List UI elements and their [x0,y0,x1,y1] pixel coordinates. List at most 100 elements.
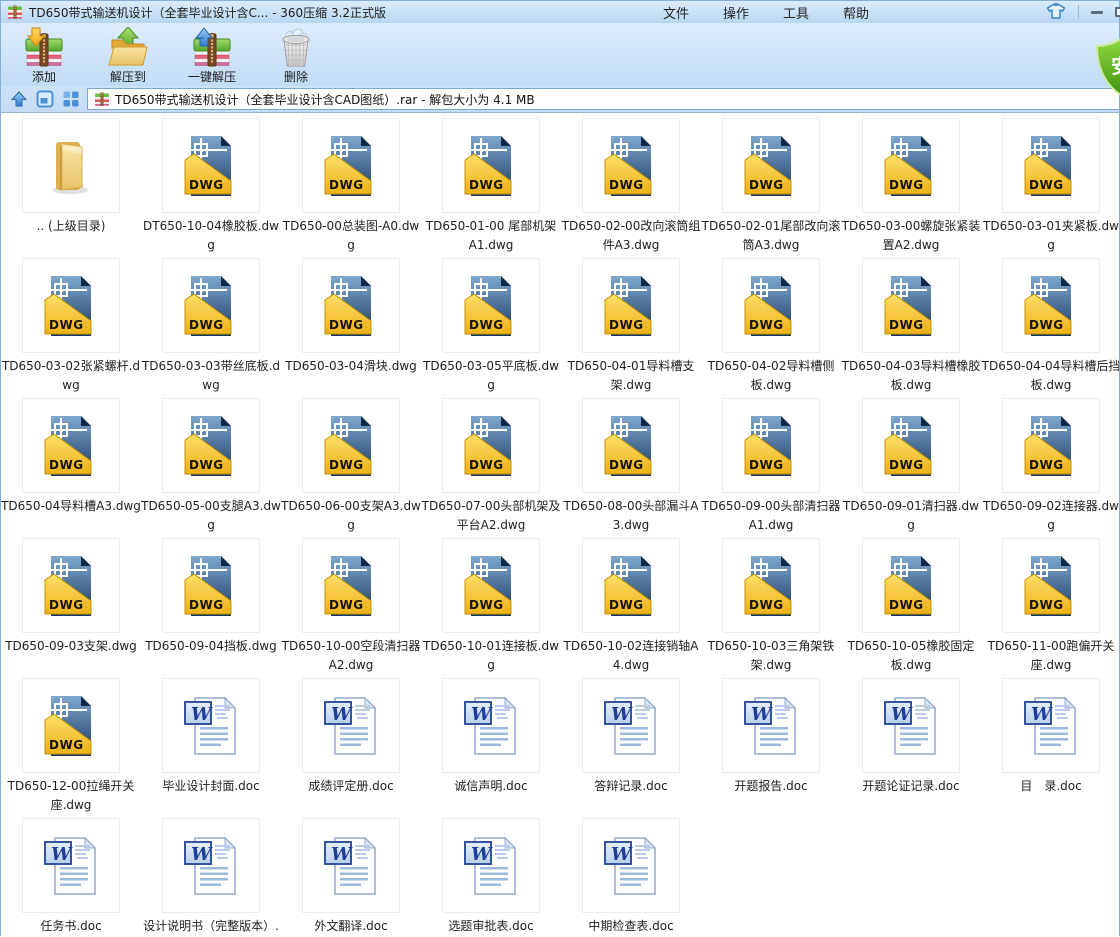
file-tile[interactable]: DT650-10-04橡胶板.dwg [141,118,281,258]
file-tile[interactable]: TD650-10-02连接销轴A4.dwg [561,538,701,678]
file-tile[interactable]: TD650-01-00 尾部机架 A1.dwg [421,118,561,258]
file-name-label: TD650-10-03三角架铁架.dwg [707,639,835,672]
file-icon-box [1002,118,1100,213]
file-tile[interactable]: TD650-04-01导料槽支架.dwg [561,258,701,398]
file-icon-box [442,538,540,633]
file-tile[interactable]: TD650-03-04滑块.dwg [281,258,421,398]
grid-view-button[interactable] [61,89,81,109]
file-tile[interactable]: 开题报告.doc [701,678,841,818]
file-icon-box [582,538,680,633]
file-tile[interactable]: 答辩记录.doc [561,678,701,818]
dwg-file-icon [39,694,103,758]
file-tile[interactable]: TD650-10-01连接板.dwg [421,538,561,678]
file-tile[interactable]: 成绩评定册.doc [281,678,421,818]
file-tile[interactable]: TD650-10-00空段清扫器A2.dwg [281,538,421,678]
one-click-extract-button[interactable]: 一键解压 [179,27,245,85]
extract-to-button[interactable]: 解压到 [95,27,161,85]
file-tile[interactable]: TD650-03-02张紧螺杆.dwg [1,258,141,398]
dwg-file-icon [739,134,803,198]
file-tile[interactable]: 开题论证记录.doc [841,678,981,818]
file-icon-box [582,678,680,773]
menu-tools[interactable]: 工具 [783,3,809,22]
dwg-file-icon [1019,414,1083,478]
dwg-file-icon [319,554,383,618]
file-tile[interactable]: TD650-09-03支架.dwg [1,538,141,678]
file-tile[interactable]: TD650-02-01尾部改向滚筒A3.dwg [701,118,841,258]
file-tile[interactable]: 诚信声明.doc [421,678,561,818]
file-tile[interactable]: TD650-09-04挡板.dwg [141,538,281,678]
menu-help[interactable]: 帮助 [843,3,869,22]
menu-file[interactable]: 文件 [663,3,689,22]
file-icon-box [722,118,820,213]
file-tile[interactable]: TD650-05-00支腿A3.dwg [141,398,281,538]
dwg-file-icon [599,414,663,478]
toolbar: 添加 解压到 一键解压 删除 [1,23,1119,86]
skin-tshirt-icon[interactable] [1046,2,1066,22]
file-tile[interactable]: TD650-00总装图-A0.dwg [281,118,421,258]
delete-button[interactable]: 删除 [263,27,329,85]
file-name-label: TD650-09-03支架.dwg [5,639,137,653]
file-name-label: TD650-07-00头部机架及平台A2.dwg [421,499,561,532]
file-tile[interactable]: TD650-09-01清扫器.dwg [841,398,981,538]
minimize-button[interactable] [1091,10,1103,14]
file-name-label: TD650-10-02连接销轴A4.dwg [563,639,699,672]
file-tile[interactable]: 任务书.doc [1,818,141,937]
file-tile[interactable]: TD650-08-00头部漏斗A3.dwg [561,398,701,538]
file-icon-box [1002,678,1100,773]
dwg-file-icon [179,554,243,618]
file-tile[interactable]: 外文翻译.doc [281,818,421,937]
file-list-area: .. (上级目录) DT650-10-04橡胶板.dwg TD650-00总装图… [1,113,1119,937]
file-name-label: TD650-04-01导料槽支架.dwg [567,359,695,392]
file-tile[interactable]: 目 录.doc [981,678,1119,818]
file-name-label: TD650-11-00跑偏开关座.dwg [987,639,1115,672]
file-tile[interactable]: TD650-03-00螺旋张紧装置A2.dwg [841,118,981,258]
file-name-label: 开题论证记录.doc [862,779,960,793]
menu-operation[interactable]: 操作 [723,3,749,22]
file-tile[interactable]: TD650-04导料槽A3.dwg [1,398,141,538]
maximize-button[interactable] [1115,7,1120,17]
one-click-extract-icon [192,27,232,67]
file-tile[interactable]: TD650-12-00拉绳开关座.dwg [1,678,141,818]
file-tile[interactable]: TD650-10-05橡胶固定板.dwg [841,538,981,678]
dwg-file-icon [179,414,243,478]
file-tile[interactable]: 中期检查表.doc [561,818,701,937]
file-tile[interactable]: TD650-09-02连接器.dwg [981,398,1119,538]
file-tile[interactable]: TD650-09-00头部清扫器A1.dwg [701,398,841,538]
file-tile[interactable]: TD650-04-03导料槽橡胶板.dwg [841,258,981,398]
file-tile[interactable]: 毕业设计封面.doc [141,678,281,818]
file-icon-box [722,678,820,773]
file-tile[interactable]: TD650-10-03三角架铁架.dwg [701,538,841,678]
file-tile[interactable]: TD650-07-00头部机架及平台A2.dwg [421,398,561,538]
menu-bar: 文件 操作 工具 帮助 [663,1,869,23]
file-tile[interactable]: TD650-03-01夹紧板.dwg [981,118,1119,258]
file-tile[interactable]: TD650-03-03带丝底板.dwg [141,258,281,398]
file-tile[interactable]: .. (上级目录) [1,118,141,258]
window-title: TD650带式输送机设计（全套毕业设计含C... - 360压缩 3.2正式版 [29,5,387,20]
file-tile[interactable]: TD650-03-05平底板.dwg [421,258,561,398]
up-directory-button[interactable] [9,89,29,109]
file-tile[interactable]: TD650-02-00改向滚筒组件A3.dwg [561,118,701,258]
360zip-window: { "window": { "title": "TD650带式输送机设计（全套毕… [0,0,1120,937]
file-tile[interactable]: 选题审批表.doc [421,818,561,937]
file-tile[interactable]: TD650-04-04导料槽后挡板.dwg [981,258,1119,398]
doc-file-icon [459,694,523,758]
dwg-file-icon [1019,134,1083,198]
file-tile[interactable]: 设计说明书（完整版本）.doc [141,818,281,937]
details-view-button[interactable] [35,89,55,109]
file-tile[interactable]: TD650-11-00跑偏开关座.dwg [981,538,1119,678]
file-name-label: 选题审批表.doc [448,919,534,933]
security-badge[interactable]: 安 [1093,37,1120,99]
file-tile[interactable]: TD650-04-02导料槽侧板.dwg [701,258,841,398]
add-button[interactable]: 添加 [11,27,77,85]
file-name-label: TD650-03-03带丝底板.dwg [141,359,281,392]
file-name-label: 目 录.doc [1020,779,1082,793]
file-icon-box [22,398,120,493]
window-controls [1046,1,1120,23]
file-icon-box [722,398,820,493]
file-name-label: 开题报告.doc [734,779,808,793]
divider [1078,5,1079,19]
archive-path-input[interactable]: TD650带式输送机设计（全套毕业设计含CAD图纸）.rar - 解包大小为 4… [87,88,1119,110]
file-name-label: TD650-02-00改向滚筒组件A3.dwg [561,219,701,252]
file-name-label: 成绩评定册.doc [308,779,394,793]
file-tile[interactable]: TD650-06-00支架A3.dwg [281,398,421,538]
